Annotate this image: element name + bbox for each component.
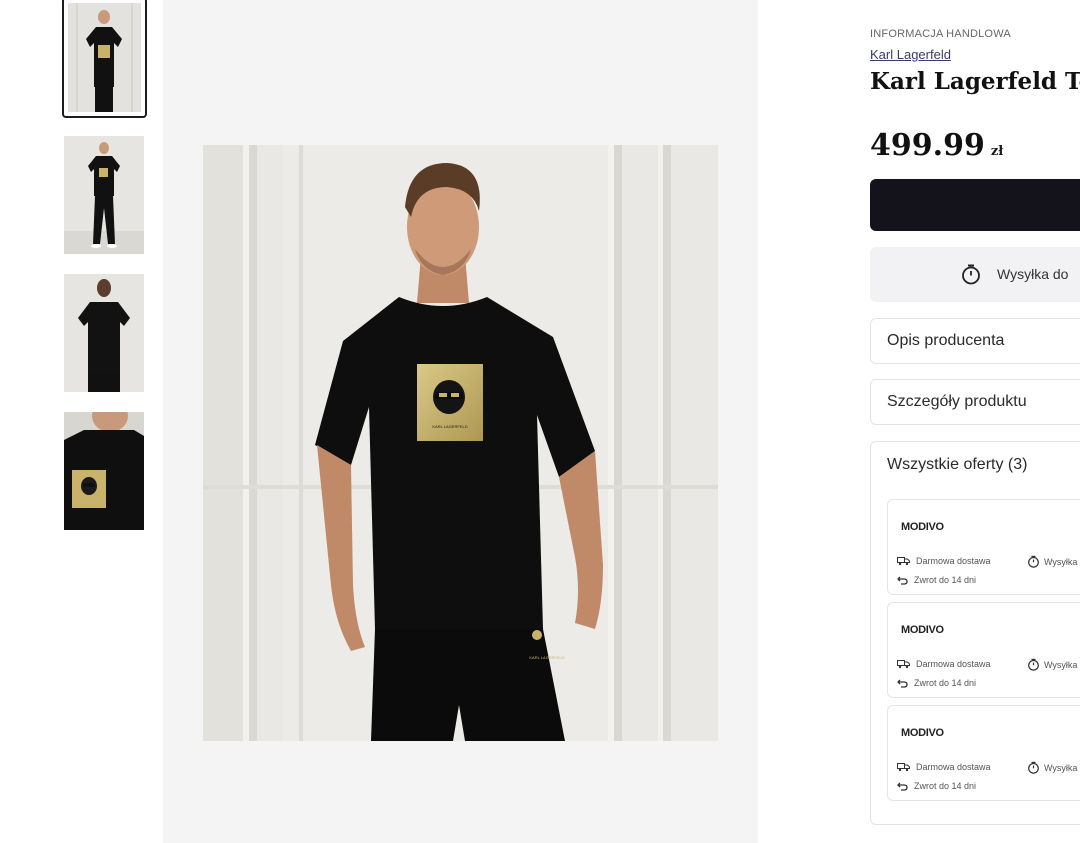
offer-shipping-text: Wysyłka — [1044, 762, 1078, 773]
offer-delivery-text: Darmowa dostawa — [916, 659, 991, 669]
return-icon — [897, 782, 908, 791]
accordion-details-label: Szczegóły produktu — [887, 393, 1027, 410]
shipping-text: Wysyłka do — [997, 266, 1069, 282]
thumbnail-1[interactable] — [62, 0, 147, 118]
offer-card[interactable]: MODIVO Darmowa dostawa Wysyłka Zwrot do … — [887, 602, 1080, 698]
thumbnail-2-image — [64, 136, 144, 254]
offer-shipping-text: Wysyłka — [1044, 659, 1078, 670]
thumbnail-4[interactable] — [64, 412, 144, 530]
offer-returns: Zwrot do 14 dni — [897, 678, 976, 688]
offer-shipping: Wysyłka — [1027, 761, 1077, 774]
offer-delivery-text: Darmowa dostawa — [916, 762, 991, 772]
stopwatch-icon — [1028, 658, 1039, 671]
add-to-cart-button[interactable] — [870, 179, 1080, 231]
offer-shipping-text: Wysyłka — [1044, 556, 1078, 567]
accordion-producer-label: Opis producenta — [887, 332, 1005, 349]
price-currency: zł — [990, 144, 1004, 159]
stopwatch-icon — [1028, 555, 1039, 568]
offer-returns: Zwrot do 14 dni — [897, 781, 976, 791]
truck-icon — [897, 660, 910, 669]
offer-returns-text: Zwrot do 14 dni — [914, 678, 977, 688]
price-value: 499.99 — [870, 128, 985, 163]
truck-icon — [897, 763, 910, 772]
thumbnail-4-image — [64, 412, 144, 530]
accordion-product-details[interactable]: Szczegóły produktu — [870, 379, 1080, 425]
offer-card[interactable]: MODIVO Darmowa dostawa Wysyłka Zwrot do … — [887, 705, 1080, 801]
return-icon — [897, 576, 908, 585]
offer-returns-text: Zwrot do 14 dni — [914, 781, 977, 791]
stopwatch-icon — [962, 264, 980, 285]
commercial-info-label: INFORMACJA HANDLOWA — [870, 28, 1011, 40]
print-text: KARL LAGERFELD — [432, 424, 467, 429]
trousers-print-text: KARL LAGERFELD — [529, 655, 564, 660]
offer-returns: Zwrot do 14 dni — [897, 575, 976, 585]
offer-card[interactable]: MODIVO Darmowa dostawa Wysyłka Zwrot do … — [887, 499, 1080, 595]
product-info-panel: INFORMACJA HANDLOWA Karl Lagerfeld Karl … — [870, 0, 1080, 843]
all-offers-section: Wszystkie oferty (3) MODIVO Darmowa dost… — [870, 441, 1080, 825]
thumbnail-2[interactable] — [64, 136, 144, 254]
return-icon — [897, 679, 908, 688]
offer-delivery: Darmowa dostawa — [897, 762, 991, 772]
offer-delivery: Darmowa dostawa — [897, 659, 991, 669]
offer-shipping: Wysyłka — [1027, 555, 1077, 568]
stopwatch-icon — [1028, 761, 1039, 774]
seller-logo: MODIVO — [901, 624, 944, 636]
brand-link[interactable]: Karl Lagerfeld — [870, 47, 951, 62]
seller-logo: MODIVO — [901, 521, 944, 533]
accordion-producer-description[interactable]: Opis producenta — [870, 318, 1080, 364]
seller-logo: MODIVO — [901, 727, 944, 739]
offer-shipping: Wysyłka — [1027, 658, 1077, 671]
truck-icon — [897, 557, 910, 566]
thumbnail-3[interactable] — [64, 274, 144, 392]
offer-delivery: Darmowa dostawa — [897, 556, 991, 566]
product-title: Karl Lagerfeld T-sh — [870, 68, 1080, 95]
product-price: 499.99 zł — [870, 128, 1003, 163]
main-product-photo: KARL LAGERFELD KARL LAGERFELD — [203, 145, 718, 741]
offer-returns-text: Zwrot do 14 dni — [914, 575, 977, 585]
main-product-image[interactable]: KARL LAGERFELD KARL LAGERFELD — [203, 145, 718, 741]
thumbnail-3-image — [64, 274, 144, 392]
all-offers-title[interactable]: Wszystkie oferty (3) — [887, 456, 1027, 474]
offer-delivery-text: Darmowa dostawa — [916, 556, 991, 566]
thumbnail-1-image — [68, 3, 141, 112]
shipping-info-box[interactable]: Wysyłka do — [870, 247, 1080, 302]
